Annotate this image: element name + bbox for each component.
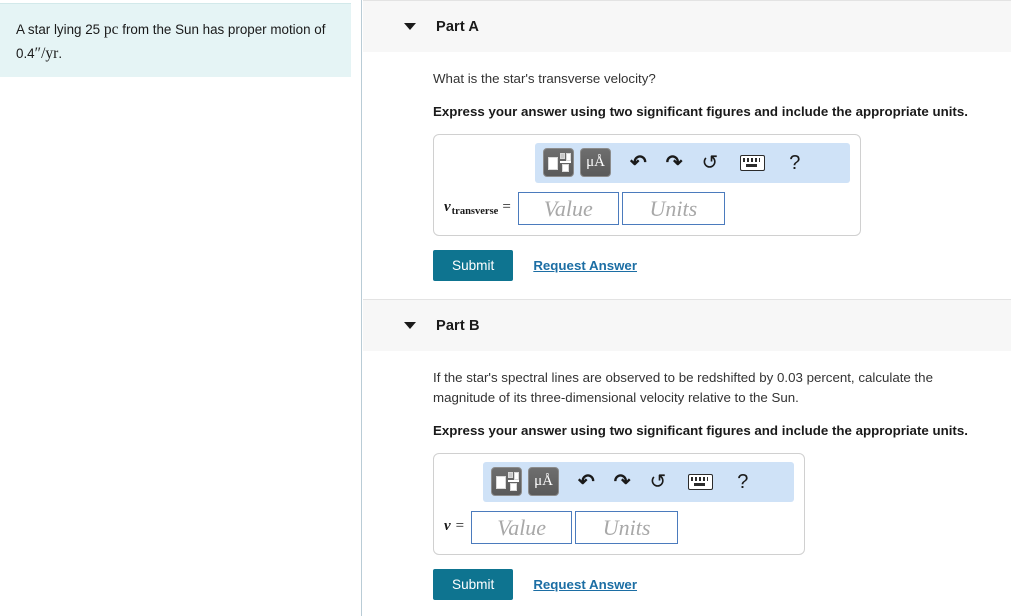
redo-icon[interactable]: ↷	[614, 472, 631, 492]
keyboard-icon[interactable]	[688, 473, 714, 490]
part-b-math-toolbar: μÅ ↶ ↷ ↺ ?	[483, 461, 794, 502]
chevron-down-icon[interactable]	[404, 23, 416, 30]
reset-icon[interactable]: ↺	[702, 153, 719, 173]
part-b-actions: Submit Request Answer	[433, 568, 1024, 600]
variable-symbol: v	[444, 199, 451, 216]
part-a-instruction: Express your answer using two significan…	[433, 103, 968, 119]
part-a-units-input[interactable]: Units	[621, 191, 725, 225]
units-micro-angstrom-icon[interactable]: μÅ	[528, 467, 559, 497]
part-b-instruction: Express your answer using two significan…	[433, 422, 968, 438]
undo-icon[interactable]: ↶	[578, 472, 595, 492]
reset-icon[interactable]: ↺	[650, 472, 667, 492]
units-icon-label: μÅ	[586, 154, 605, 171]
template-icon[interactable]	[491, 467, 522, 497]
variable-subscript: transverse	[451, 206, 499, 218]
part-a-actions: Submit Request Answer	[433, 249, 1024, 281]
part-a-input-row: vtransverse = Value Units	[444, 191, 850, 225]
part-b-answer-box: μÅ ↶ ↷ ↺ ? v = Value Units	[433, 452, 805, 555]
equals-symbol: =	[455, 518, 465, 535]
part-a-body: What is the star's transverse velocity? …	[363, 69, 1024, 281]
part-a-header[interactable]: Part A	[363, 0, 1011, 52]
part-b-request-answer-link[interactable]: Request Answer	[533, 577, 637, 592]
part-b-header[interactable]: Part B	[363, 299, 1011, 351]
problem-text-end: .	[58, 45, 63, 61]
units-icon-label: μÅ	[534, 473, 553, 490]
undo-icon[interactable]: ↶	[630, 153, 647, 173]
unit-arcsec-per-year: ″/yr	[35, 45, 59, 62]
part-section-a: Part A What is the star's transverse vel…	[363, 0, 1024, 281]
problem-sidebar: A star lying 25 pc from the Sun has prop…	[0, 0, 362, 616]
part-b-input-row: v = Value Units	[444, 510, 794, 544]
part-b-question: If the star's spectral lines are observe…	[433, 370, 933, 405]
part-a-title: Part A	[436, 18, 480, 35]
equals-symbol: =	[502, 199, 511, 216]
keyboard-icon[interactable]	[740, 154, 766, 171]
chevron-down-icon[interactable]	[404, 322, 416, 329]
part-a-question: What is the star's transverse velocity?	[433, 71, 656, 86]
part-a-answer-box: μÅ ↶ ↷ ↺ ? vtransverse = Value Units	[433, 133, 861, 236]
problem-text-before: A star lying 25	[16, 22, 101, 37]
page-root: A star lying 25 pc from the Sun has prop…	[0, 0, 1024, 616]
unit-pc: pc	[103, 21, 119, 38]
redo-icon[interactable]: ↷	[666, 153, 683, 173]
help-icon[interactable]: ?	[737, 472, 748, 492]
part-b-submit-button[interactable]: Submit	[433, 568, 514, 600]
part-b-variable-label: v =	[444, 518, 464, 536]
part-a-variable-label: vtransverse =	[444, 199, 511, 217]
part-a-submit-button[interactable]: Submit	[433, 249, 514, 281]
part-a-math-toolbar: μÅ ↶ ↷ ↺ ?	[535, 142, 850, 183]
part-b-units-input[interactable]: Units	[575, 510, 679, 544]
part-b-body: If the star's spectral lines are observe…	[363, 368, 1024, 600]
part-a-value-input[interactable]: Value	[517, 191, 619, 225]
template-icon[interactable]	[543, 148, 574, 178]
part-b-value-input[interactable]: Value	[471, 510, 573, 544]
parts-column: Part A What is the star's transverse vel…	[363, 0, 1024, 616]
variable-symbol: v	[444, 518, 451, 535]
year-symbol: yr	[45, 44, 59, 62]
part-b-title: Part B	[436, 317, 480, 334]
part-a-request-answer-link[interactable]: Request Answer	[533, 258, 637, 273]
units-micro-angstrom-icon[interactable]: μÅ	[580, 148, 611, 178]
problem-statement: A star lying 25 pc from the Sun has prop…	[0, 3, 351, 78]
part-section-b: Part B If the star's spectral lines are …	[363, 299, 1024, 600]
help-icon[interactable]: ?	[789, 153, 800, 173]
